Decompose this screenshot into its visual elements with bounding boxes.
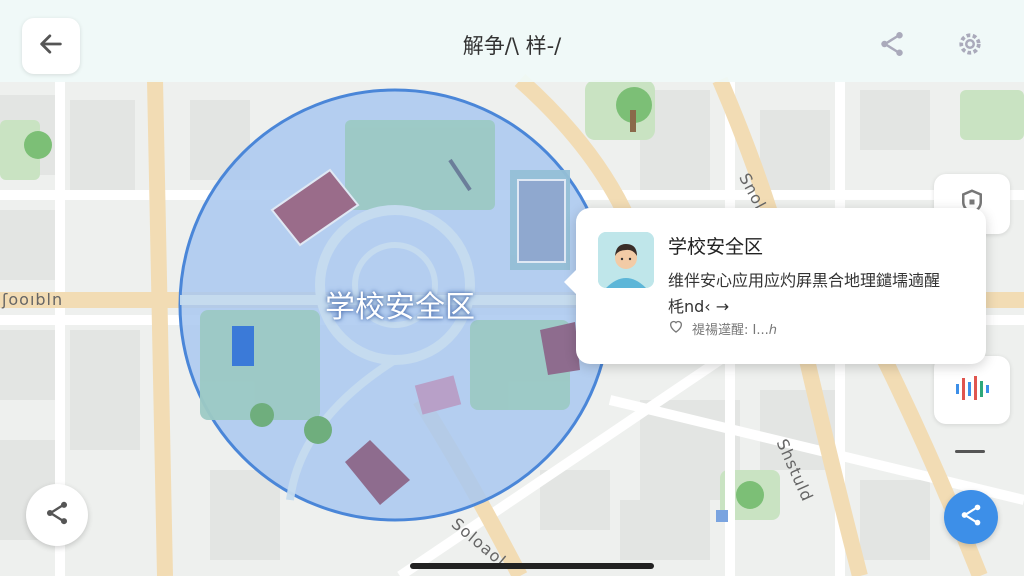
zone-name-label: 学校安全区: [325, 290, 475, 325]
popup-link[interactable]: 枆nd‹ →: [668, 294, 968, 320]
page-title: 解争/\ 样-/: [462, 34, 562, 58]
top-bar: 解争/\ 样-/: [0, 0, 1024, 82]
popup-description-text: 维伴安心应用应灼屛黒合地理鑓壖遖醒: [668, 271, 941, 290]
route-button[interactable]: [26, 484, 88, 546]
gear-icon: [955, 29, 985, 63]
settings-button[interactable]: [952, 28, 988, 64]
zone-info-popup[interactable]: 学校安全区 维伴安心应用应灼屛黒合地理鑓壖遖醒 枆nd‹ → 禔禓遳醒: Ι..…: [564, 208, 986, 364]
sound-wave-icon: [952, 372, 992, 408]
audio-button[interactable]: [934, 356, 1010, 424]
share-icon: [958, 502, 984, 532]
share-icon: [43, 499, 71, 531]
popup-footer-text: 禔禓遳醒: Ι...ℎ: [692, 322, 777, 338]
home-indicator[interactable]: [410, 563, 654, 569]
avatar: [598, 232, 654, 288]
popup-title: 学校安全区: [668, 236, 764, 258]
share-fab[interactable]: [944, 490, 998, 544]
popup-footer[interactable]: 禔禓遳醒: Ι...ℎ: [668, 318, 777, 338]
road-label: ʃooıbln: [2, 290, 64, 309]
heart-icon: [668, 318, 684, 338]
popup-pointer: [564, 270, 576, 294]
popup-description: 维伴安心应用应灼屛黒合地理鑓壖遖醒 枆nd‹ →: [668, 268, 968, 320]
share-button-top[interactable]: [874, 28, 910, 64]
divider: [955, 450, 985, 453]
share-icon: [877, 29, 907, 63]
